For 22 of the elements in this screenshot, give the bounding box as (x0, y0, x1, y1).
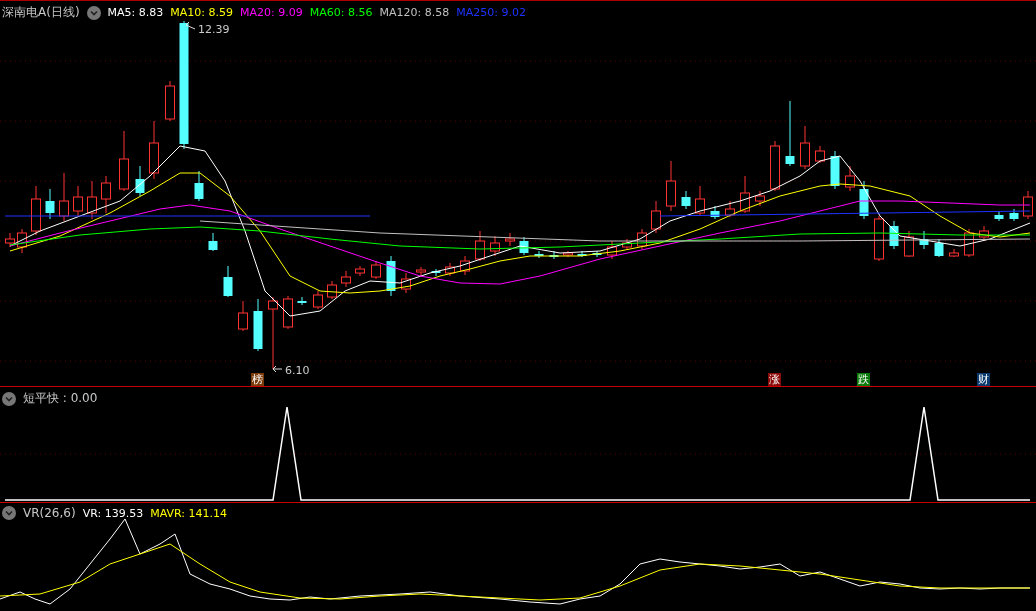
indicator-value: MA120: 8.58 (379, 6, 450, 19)
event-marker[interactable]: 涨 (768, 373, 781, 386)
indicator-title: VR(26,6) (23, 506, 76, 520)
high-price-label: 12.39 (198, 23, 230, 36)
indicator-value: MAVR: 141.14 (150, 506, 227, 520)
event-marker[interactable]: 财 (977, 373, 990, 386)
indicator-value: VR: 139.53 (82, 506, 144, 520)
indicator-value: MA20: 9.09 (240, 6, 303, 19)
indicator-value: MA250: 9.02 (456, 6, 526, 19)
leader-line (272, 365, 283, 373)
indicator-value: MA5: 8.83 (107, 6, 164, 19)
event-marker[interactable]: 跌 (857, 373, 870, 386)
dropdown-icon[interactable] (86, 5, 101, 20)
dropdown-icon[interactable] (2, 391, 16, 406)
stock-title: 深南电A(日线) (2, 4, 80, 21)
low-price-label: 6.10 (285, 364, 310, 377)
dropdown-icon[interactable] (2, 506, 16, 520)
indicator-value: MA10: 8.59 (170, 6, 233, 19)
event-marker[interactable]: 榜 (251, 373, 264, 386)
indicator-value: MA60: 8.56 (309, 6, 373, 19)
indicator-title: 短平快 : 0.00 (23, 390, 98, 407)
leader-line (185, 21, 196, 30)
